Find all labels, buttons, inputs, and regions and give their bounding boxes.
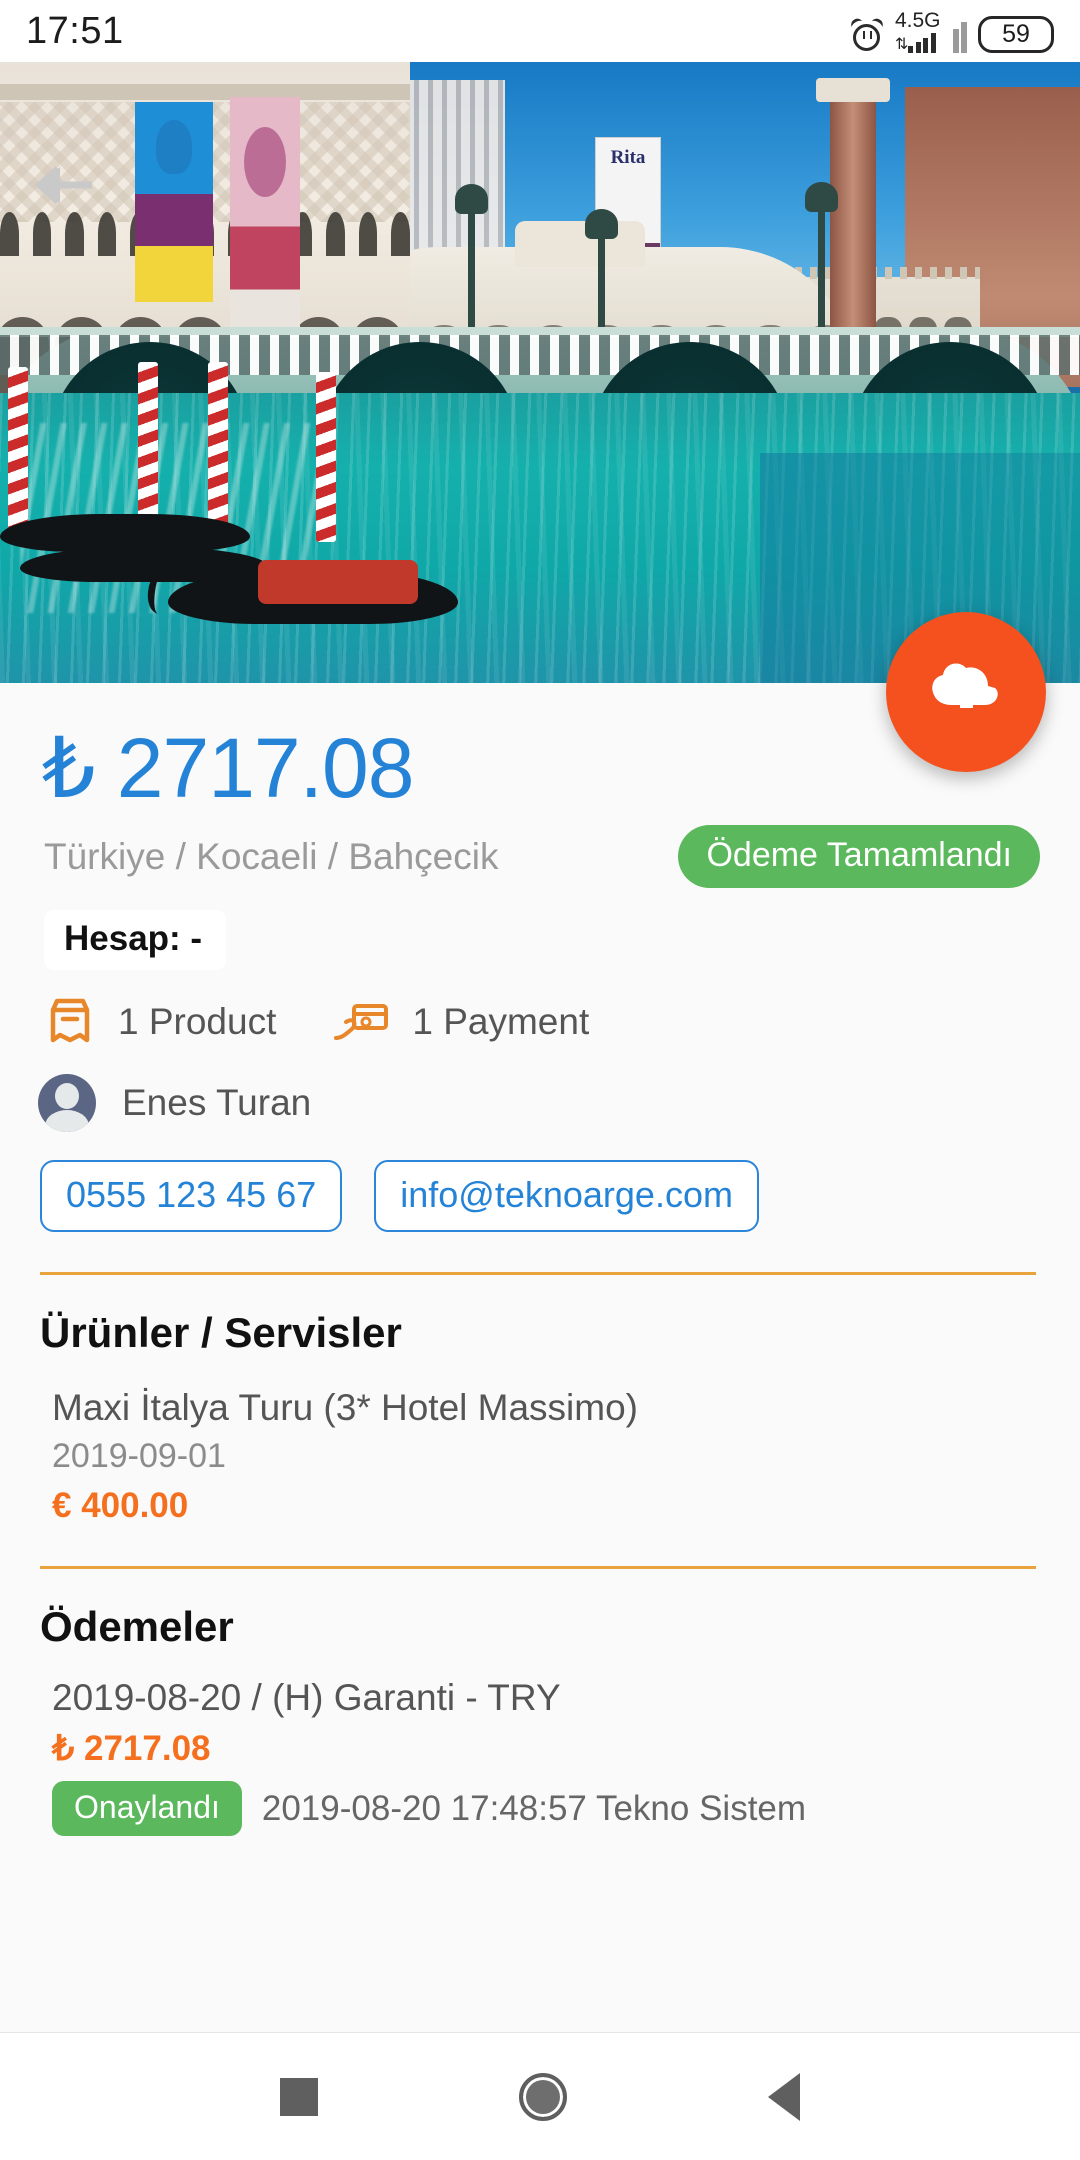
status-badge: Ödeme Tamamlandı [678, 825, 1040, 888]
payment-line: 2019-08-20 / (H) Garanti - TRY [52, 1677, 561, 1718]
payment-amount: ₺ 2717.08 [52, 1729, 211, 1768]
status-icons: 4.5G ⇅ 59 [849, 10, 1054, 53]
cloud-upload-icon [932, 663, 998, 708]
battery-indicator: 59 [978, 15, 1054, 53]
package-icon [50, 998, 90, 1043]
detail-content: ₺ 2717.08 Türkiye / Kocaeli / Bahçecik Ö… [0, 683, 1080, 2032]
email-chip[interactable]: info@teknoarge.com [374, 1160, 759, 1232]
payment-status-badge: Onaylandı [52, 1781, 242, 1836]
banner-pink [230, 97, 300, 332]
user-name: Enes Turan [122, 1082, 312, 1123]
status-bar: 17:51 4.5G ⇅ 59 [0, 0, 1080, 62]
payments-section-title: Ödemeler [40, 1603, 234, 1650]
phone-screen: 17:51 4.5G ⇅ 59 Rita ₺ 2717.08 Türkiye /… [0, 0, 1080, 2160]
status-time: 17:51 [26, 9, 124, 52]
mooring-pole-1 [8, 367, 28, 542]
data-updown-icon: ⇅ [894, 35, 908, 53]
product-item[interactable]: Maxi İtalya Turu (3* Hotel Massimo) 2019… [0, 1387, 1080, 1526]
divider-products [40, 1272, 1036, 1275]
location-row: Türkiye / Kocaeli / Bahçecik Ödeme Tamam… [44, 825, 1080, 888]
product-count-label: 1 Product [118, 1001, 277, 1042]
circle-home-icon[interactable] [518, 2072, 567, 2121]
signal-bars-icon [908, 32, 936, 53]
network-label: 4.5G [894, 8, 941, 32]
signal-secondary-icon [952, 21, 967, 53]
battery-level: 59 [1002, 19, 1030, 48]
products-section-title: Ürünler / Servisler [40, 1309, 402, 1356]
hand-card-icon [334, 1004, 389, 1040]
network-indicator: 4.5G ⇅ [895, 10, 941, 53]
account-chip: Hesap: - [44, 910, 227, 970]
payment-count-stat[interactable]: 1 Payment [332, 996, 589, 1048]
payment-status-row: Onaylandı 2019-08-20 17:48:57 Tekno Sist… [52, 1781, 1080, 1836]
sign-text: Rita [610, 147, 646, 168]
alarm-icon [849, 15, 885, 53]
square-recents-icon[interactable] [280, 2077, 319, 2116]
product-count-stat[interactable]: 1 Product [44, 996, 276, 1048]
gondolier-figure [196, 480, 236, 585]
product-price: € 400.00 [52, 1486, 189, 1525]
contact-chips: 0555 123 45 67 info@teknoarge.com [40, 1160, 1080, 1232]
payment-item[interactable]: 2019-08-20 / (H) Garanti - TRY ₺ 2717.08… [0, 1677, 1080, 1836]
stats-row: 1 Product 1 Payment [44, 996, 1080, 1048]
hero-image: Rita ✱✱✱ [0, 62, 1080, 683]
product-name: Maxi İtalya Turu (3* Hotel Massimo) [52, 1387, 639, 1428]
banner-blue-man [135, 102, 213, 302]
mooring-pole-4 [316, 372, 336, 542]
gondola-seat-cushion [258, 560, 418, 604]
payment-count-label: 1 Payment [412, 1001, 590, 1042]
product-date: 2019-09-01 [52, 1437, 226, 1475]
user-row[interactable]: Enes Turan [38, 1074, 1080, 1132]
location-text: Türkiye / Kocaeli / Bahçecik [44, 835, 499, 877]
avatar-icon [38, 1074, 96, 1132]
back-arrow-icon[interactable] [30, 158, 96, 212]
payment-meta: 2019-08-20 17:48:57 Tekno Sistem [261, 1788, 807, 1828]
android-nav-bar [0, 2032, 1080, 2160]
phone-chip[interactable]: 0555 123 45 67 [40, 1160, 343, 1232]
triangle-back-icon[interactable] [767, 2072, 800, 2121]
upload-fab-button[interactable] [886, 612, 1046, 772]
divider-payments [40, 1566, 1036, 1569]
